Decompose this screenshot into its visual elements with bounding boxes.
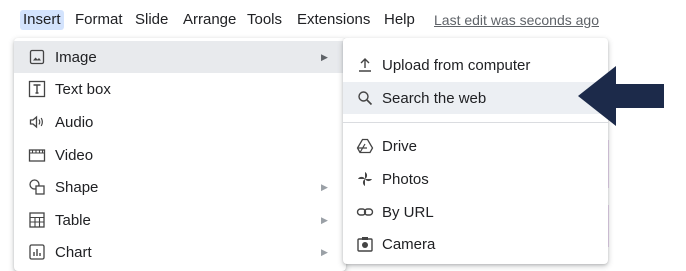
insert-menu-label: Image <box>55 48 97 66</box>
insert-menu-label: Chart <box>55 243 92 261</box>
insert-menu-label: Table <box>55 211 91 229</box>
submenu-item-drive[interactable]: Drive <box>343 130 608 162</box>
audio-icon <box>28 113 46 131</box>
submenu-label: By URL <box>382 203 434 221</box>
submenu-label: Photos <box>382 170 429 188</box>
insert-menu-label: Shape <box>55 178 99 196</box>
video-icon <box>28 146 46 164</box>
menu-help[interactable]: Help <box>381 10 418 30</box>
shape-icon <box>28 178 46 196</box>
menu-arrange[interactable]: Arrange <box>180 10 239 30</box>
camera-icon <box>356 235 374 253</box>
insert-menu-label: Text box <box>55 80 111 98</box>
insert-menu-item-image[interactable]: Image ▶ <box>14 41 346 73</box>
insert-menu-item-text-box[interactable]: Text box <box>14 73 346 105</box>
submenu-arrow-icon: ▶ <box>321 51 328 62</box>
insert-menu-item-chart[interactable]: Chart ▶ <box>14 236 346 268</box>
insert-menu-item-table[interactable]: Table ▶ <box>14 204 346 236</box>
chart-icon <box>28 243 46 261</box>
submenu-item-camera[interactable]: Camera <box>343 228 608 260</box>
menu-insert[interactable]: Insert <box>20 10 64 30</box>
submenu-arrow-icon: ▶ <box>321 181 328 192</box>
menu-extensions[interactable]: Extensions <box>294 10 373 30</box>
text-box-icon <box>28 80 46 98</box>
last-edit-link[interactable]: Last edit was seconds ago <box>434 10 599 30</box>
insert-menu-label: Audio <box>55 113 94 131</box>
insert-menu: Image ▶ Text box Audio Video Shape ▶ Tab… <box>14 38 346 271</box>
submenu-arrow-icon: ▶ <box>321 214 328 225</box>
link-icon <box>356 203 374 221</box>
upload-icon <box>356 56 374 74</box>
submenu-label: Upload from computer <box>382 56 531 74</box>
menu-format[interactable]: Format <box>72 10 126 30</box>
submenu-label: Drive <box>382 137 418 155</box>
drive-icon <box>356 137 374 155</box>
submenu-arrow-icon: ▶ <box>321 246 328 257</box>
submenu-item-photos[interactable]: Photos <box>343 163 608 195</box>
menu-bar: Insert Format Slide Arrange Tools Extens… <box>0 0 686 38</box>
submenu-item-by-url[interactable]: By URL <box>343 196 608 228</box>
submenu-label: Search the web <box>382 89 487 107</box>
menu-slide[interactable]: Slide <box>132 10 171 30</box>
submenu-label: Camera <box>382 235 436 253</box>
photos-icon <box>356 170 374 188</box>
image-icon <box>28 48 46 66</box>
insert-menu-item-video[interactable]: Video <box>14 139 346 171</box>
insert-menu-item-shape[interactable]: Shape ▶ <box>14 171 346 203</box>
insert-menu-item-audio[interactable]: Audio <box>14 106 346 138</box>
annotation-arrow-icon <box>578 66 664 126</box>
insert-menu-label: Video <box>55 146 94 164</box>
table-icon <box>28 211 46 229</box>
menu-tools[interactable]: Tools <box>244 10 285 30</box>
search-icon <box>356 89 374 107</box>
